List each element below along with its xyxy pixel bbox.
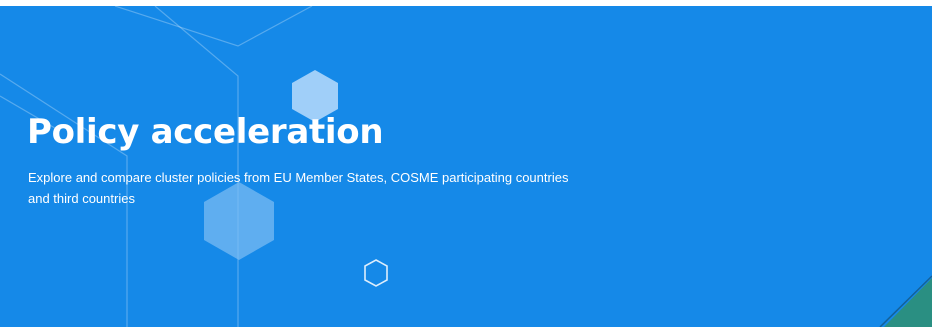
bg-line xyxy=(114,6,313,47)
hero-banner: Policy acceleration Explore and compare … xyxy=(0,6,932,327)
corner-accent-shape xyxy=(884,278,932,327)
page: Policy acceleration Explore and compare … xyxy=(0,0,932,327)
page-subtitle: Explore and compare cluster policies fro… xyxy=(28,170,569,206)
page-title: Policy acceleration xyxy=(27,112,384,152)
hexagon-outline-shape xyxy=(364,259,388,287)
